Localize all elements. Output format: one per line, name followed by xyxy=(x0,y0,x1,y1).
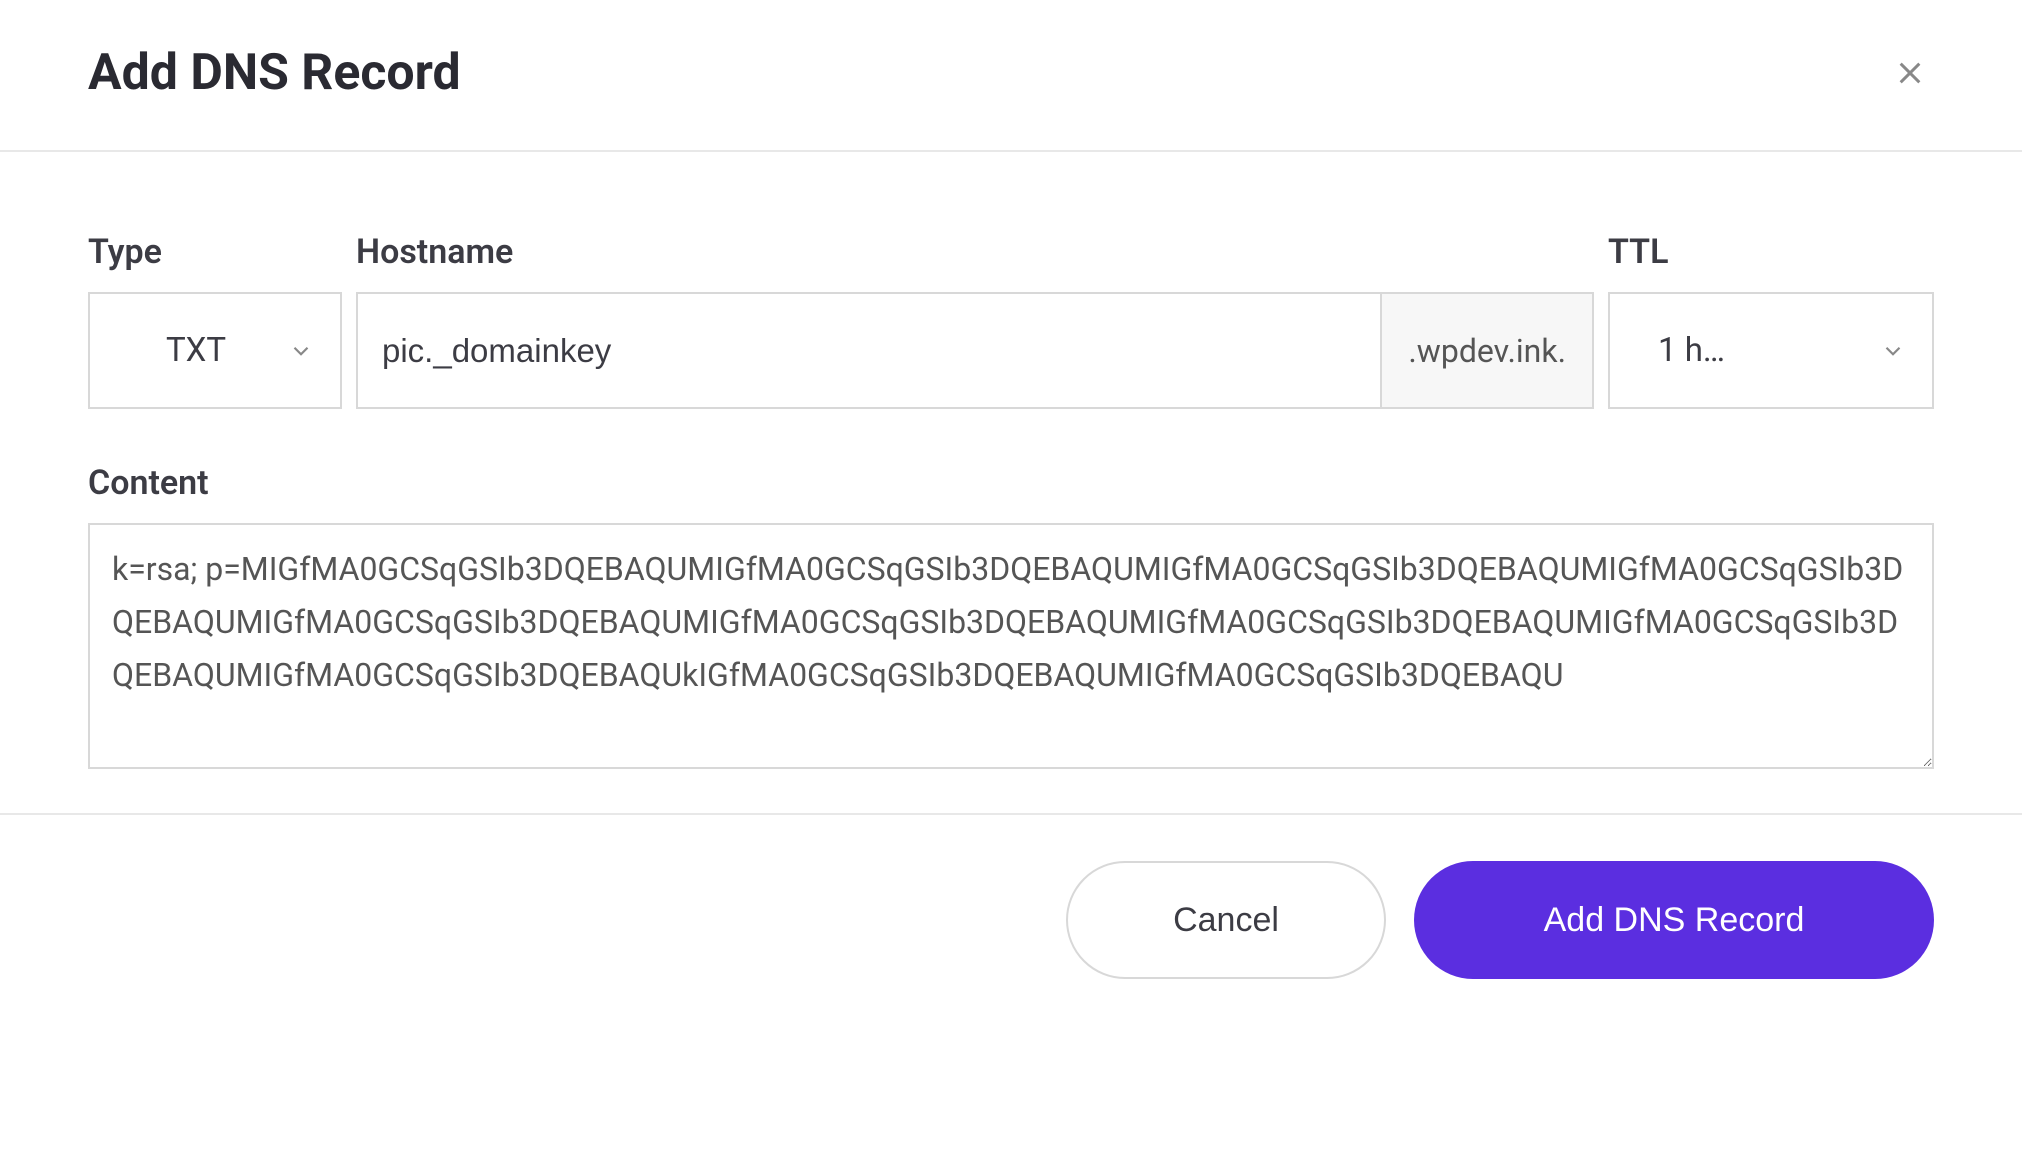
field-hostname: Hostname .wpdev.ink. xyxy=(356,232,1594,409)
content-label: Content xyxy=(88,463,1934,503)
ttl-select[interactable]: 1 h… xyxy=(1608,292,1934,409)
field-ttl: TTL 1 h… xyxy=(1608,232,1934,409)
ttl-label: TTL xyxy=(1608,232,1934,272)
submit-button[interactable]: Add DNS Record xyxy=(1414,861,1934,979)
content-textarea[interactable] xyxy=(88,523,1934,769)
modal-title: Add DNS Record xyxy=(88,44,461,102)
form-body: Type TXT Hostname .wpdev.ink. TTL 1 h… xyxy=(0,152,2022,813)
hostname-input[interactable] xyxy=(358,294,1380,407)
ttl-value: 1 h… xyxy=(1636,331,1868,370)
field-type: Type TXT xyxy=(88,232,342,409)
modal-footer: Cancel Add DNS Record xyxy=(0,813,2022,1025)
type-value: TXT xyxy=(116,331,276,370)
hostname-suffix: .wpdev.ink. xyxy=(1380,294,1592,407)
close-icon xyxy=(1894,57,1926,89)
hostname-wrap: .wpdev.ink. xyxy=(356,292,1594,409)
field-content: Content xyxy=(88,463,1934,769)
chevron-down-icon xyxy=(288,338,314,364)
modal-header: Add DNS Record xyxy=(0,0,2022,152)
fields-row: Type TXT Hostname .wpdev.ink. TTL 1 h… xyxy=(88,232,1934,409)
hostname-label: Hostname xyxy=(356,232,1594,272)
type-label: Type xyxy=(88,232,342,272)
cancel-button[interactable]: Cancel xyxy=(1066,861,1386,979)
close-button[interactable] xyxy=(1886,49,1934,97)
type-select[interactable]: TXT xyxy=(88,292,342,409)
chevron-down-icon xyxy=(1880,338,1906,364)
